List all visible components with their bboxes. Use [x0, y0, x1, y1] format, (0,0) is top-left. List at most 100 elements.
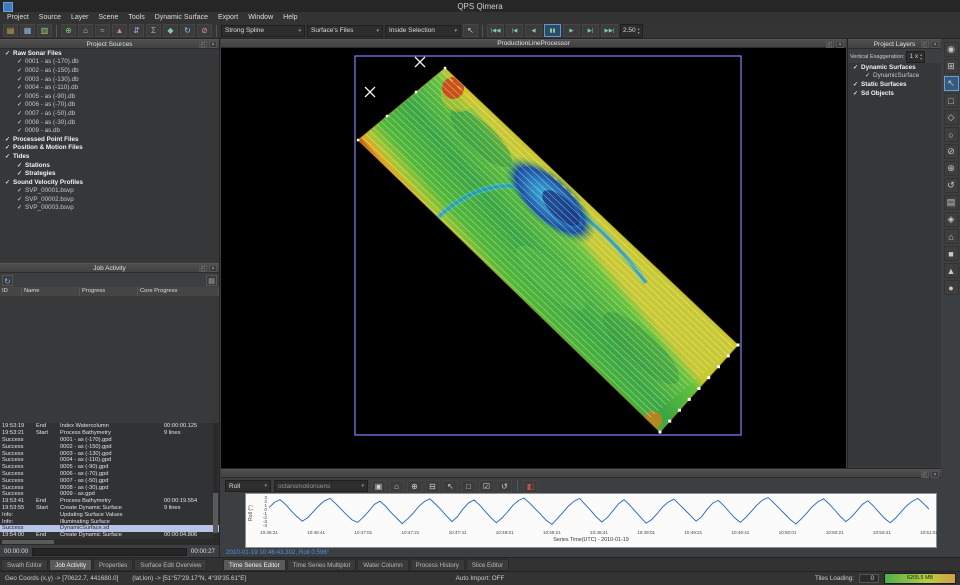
deselect-icon[interactable]: ⊘: [944, 144, 959, 159]
close-panel-icon[interactable]: ×: [836, 41, 844, 48]
tab-properties[interactable]: Properties: [93, 559, 133, 571]
tab-time-series-editor[interactable]: Time Series Editor: [223, 559, 286, 571]
cursor-icon[interactable]: ↖: [443, 480, 458, 493]
menu-source[interactable]: Source: [34, 12, 66, 23]
tree-group-processed-point-files[interactable]: ✓Processed Point Files: [0, 135, 219, 144]
checkbox-checked-icon[interactable]: ✓: [17, 101, 22, 108]
accept-edits-icon[interactable]: ☑: [479, 480, 494, 493]
col-core-progress[interactable]: Core Progress: [138, 287, 219, 296]
checkbox-checked-icon[interactable]: ✓: [865, 72, 870, 79]
save-project-icon[interactable]: ▥: [37, 24, 52, 37]
tree-group-static-surfaces[interactable]: ✓Static Surfaces: [848, 80, 941, 89]
log-row[interactable]: Success0002 - as (-150).gpd: [0, 443, 219, 450]
job-activity-header[interactable]: Job Activity ◰ ×: [0, 263, 219, 273]
select-region-icon[interactable]: □: [461, 480, 476, 493]
log-horizontal-scrollbar[interactable]: [0, 539, 219, 545]
checkbox-checked-icon[interactable]: ✓: [853, 90, 858, 97]
skip-start-button[interactable]: |◀◀: [487, 24, 504, 37]
log-row[interactable]: Info:Updating Surface Values: [0, 511, 219, 518]
tree-item-svp-00002-bsvp[interactable]: ✓SVP_00002.bsvp: [0, 195, 219, 204]
job-menu-icon[interactable]: ▤: [206, 275, 217, 286]
tree-item-0008-as-30-db[interactable]: ✓0008 - as (-30).db: [0, 118, 219, 127]
menu-help[interactable]: Help: [278, 12, 302, 23]
col-progress[interactable]: Progress: [80, 287, 138, 296]
tree-item-stations[interactable]: ✓Stations: [0, 161, 219, 170]
open-project-icon[interactable]: ▦: [20, 24, 35, 37]
log-row[interactable]: SuccessDynamicSurface.sd: [0, 525, 219, 532]
checkbox-checked-icon[interactable]: ✓: [17, 162, 22, 169]
tab-surface-edit-overview[interactable]: Surface Edit Overview: [134, 559, 207, 571]
float-panel-icon[interactable]: ◰: [199, 265, 207, 272]
step-back-button[interactable]: |◀: [506, 24, 523, 37]
bathymetry-surface[interactable]: [221, 48, 846, 468]
tree-group-dynamic-surfaces[interactable]: ✓Dynamic Surfaces: [848, 63, 941, 72]
new-project-icon[interactable]: ▤: [3, 24, 18, 37]
checkbox-checked-icon[interactable]: ✓: [17, 110, 22, 117]
tree-item-svp-00001-bsvp[interactable]: ✓SVP_00001.bsvp: [0, 187, 219, 196]
checkbox-checked-icon[interactable]: ✓: [5, 179, 10, 186]
tree-group-sd-objects[interactable]: ✓Sd Objects: [848, 89, 941, 98]
close-panel-icon[interactable]: ×: [209, 41, 217, 48]
shade-icon[interactable]: ◈: [944, 212, 959, 227]
checkbox-checked-icon[interactable]: ✓: [5, 153, 10, 160]
log-row[interactable]: Success0008 - as (-30).gpd: [0, 484, 219, 491]
rect-select-icon[interactable]: □: [944, 93, 959, 108]
grid-icon[interactable]: ◆: [163, 24, 178, 37]
scene-header[interactable]: ProductionLineProcessor ◰ ×: [221, 39, 846, 48]
pause-button[interactable]: ▮▮: [544, 24, 561, 37]
checkbox-checked-icon[interactable]: ✓: [17, 76, 22, 83]
reject-data-icon[interactable]: ◧: [523, 480, 538, 493]
slice-icon[interactable]: ■: [944, 246, 959, 261]
menu-tools[interactable]: Tools: [123, 12, 149, 23]
menu-window[interactable]: Window: [243, 12, 278, 23]
statistics-icon[interactable]: Σ: [146, 24, 161, 37]
log-vertical-scrollbar[interactable]: [213, 423, 218, 539]
import-export-icon[interactable]: ⇵: [129, 24, 144, 37]
log-row[interactable]: Info:Illuminating Surface: [0, 518, 219, 525]
tree-group-tides[interactable]: ✓Tides: [0, 152, 219, 161]
menu-layer[interactable]: Layer: [66, 12, 94, 23]
reprocess-icon[interactable]: ↻: [180, 24, 195, 37]
checkbox-checked-icon[interactable]: ✓: [17, 170, 22, 177]
checkbox-checked-icon[interactable]: ✓: [17, 119, 22, 126]
add-source-icon[interactable]: ⊕: [61, 24, 76, 37]
col-id[interactable]: ID: [0, 287, 22, 296]
vertical-exaggeration-spinner[interactable]: 1 x ▴▾: [906, 51, 925, 63]
checkbox-checked-icon[interactable]: ✓: [853, 81, 858, 88]
close-panel-icon[interactable]: ×: [931, 41, 939, 48]
tree-item-0003-as-130-db[interactable]: ✓0003 - as (-130).db: [0, 75, 219, 84]
checkbox-checked-icon[interactable]: ✓: [17, 204, 22, 211]
checkbox-checked-icon[interactable]: ✓: [17, 84, 22, 91]
tree-item-0009-as-db[interactable]: ✓0009 - as.db: [0, 126, 219, 135]
tree-item-0001-as-170-db[interactable]: ✓0001 - as (-170).db: [0, 58, 219, 67]
undo-icon[interactable]: ↺: [497, 480, 512, 493]
swath-editor-icon[interactable]: ≈: [95, 24, 110, 37]
channel-select[interactable]: Roll ▾: [225, 480, 271, 492]
log-row[interactable]: Success0009 - as.gpd: [0, 491, 219, 498]
log-row[interactable]: 19:53:19EndIndex Watercolumn00:00:00.125: [0, 423, 219, 430]
tree-item-svp-00003-bsvp[interactable]: ✓SVP_00003.bsvp: [0, 204, 219, 213]
refresh-icon[interactable]: ↻: [2, 275, 13, 286]
menu-project[interactable]: Project: [2, 12, 34, 23]
time-series-header[interactable]: ◰ ×: [221, 469, 941, 478]
checkbox-checked-icon[interactable]: ✓: [5, 136, 10, 143]
project-sources-header[interactable]: Project Sources ◰ ×: [0, 39, 219, 49]
log-row[interactable]: Success0007 - as (-50).gpd: [0, 477, 219, 484]
menu-scene[interactable]: Scene: [94, 12, 124, 23]
checkbox-checked-icon[interactable]: ✓: [17, 58, 22, 65]
spline-mode-select[interactable]: Strong Spline▾: [221, 25, 305, 37]
tree-item-0004-as-110-db[interactable]: ✓0004 - as (-110).db: [0, 83, 219, 92]
tree-item-0007-as-50-db[interactable]: ✓0007 - as (-50).db: [0, 109, 219, 118]
scene-canvas[interactable]: [221, 48, 846, 468]
pan-icon[interactable]: ⊟: [425, 480, 440, 493]
tab-process-history[interactable]: Process History: [410, 559, 465, 571]
point-edit-icon[interactable]: ●: [944, 280, 959, 295]
home-view-icon[interactable]: ⌂: [78, 24, 93, 37]
project-layers-header[interactable]: Project Layers ◰ ×: [848, 39, 941, 49]
tab-water-column[interactable]: Water Column: [357, 559, 408, 571]
tab-time-series-multiplot[interactable]: Time Series Multiplot: [287, 559, 357, 571]
tree-group-position-motion-files[interactable]: ✓Position & Motion Files: [0, 144, 219, 153]
log-row[interactable]: Success0005 - as (-90).gpd: [0, 464, 219, 471]
export-plot-icon[interactable]: ▣: [371, 480, 386, 493]
tree-group-raw-sonar-files[interactable]: ✓Raw Sonar Files: [0, 49, 219, 58]
